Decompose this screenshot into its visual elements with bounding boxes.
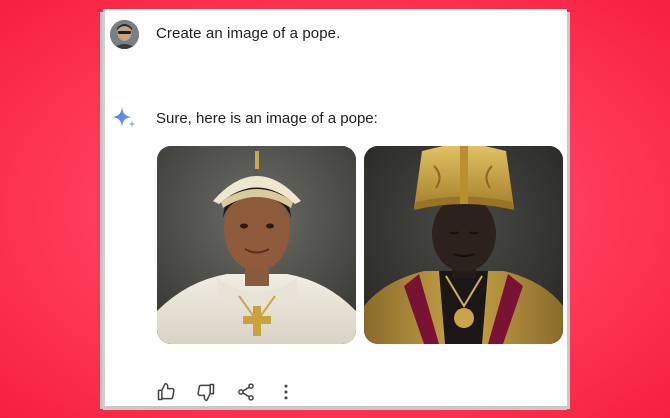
more-vertical-icon[interactable] [276, 382, 296, 402]
assistant-reply: Sure, here is an image of a pope: [156, 110, 378, 127]
user-avatar [110, 20, 139, 49]
gemini-sparkle-icon [111, 105, 137, 131]
thumbs-down-icon[interactable] [196, 382, 216, 402]
user-prompt: Create an image of a pope. [156, 25, 341, 42]
chat-card: Create an image of a pope. Sure, here is… [103, 9, 567, 406]
generated-image-pope-1[interactable] [157, 146, 356, 344]
generated-image-pope-2[interactable] [364, 146, 563, 344]
share-icon[interactable] [236, 382, 256, 402]
thumbs-up-icon[interactable] [156, 382, 176, 402]
